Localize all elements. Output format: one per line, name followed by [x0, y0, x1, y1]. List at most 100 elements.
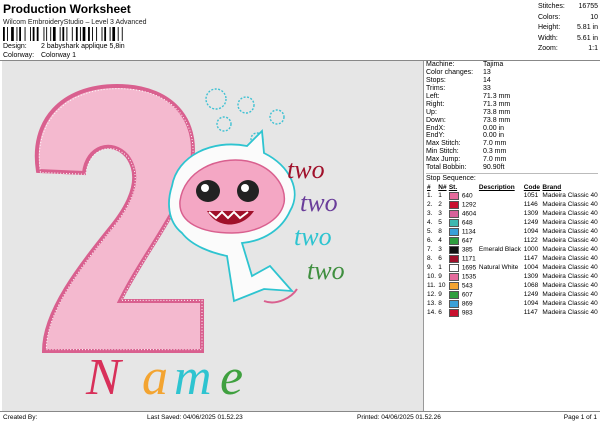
- stop-sequence-table: # N# St. Description Code Brand 1. 1 640 10…: [426, 183, 600, 318]
- cell-needle: 9: [437, 273, 448, 282]
- machine-setting-row: Color changes: 13: [426, 69, 598, 77]
- col-needle: N#: [438, 183, 447, 191]
- col-brand: Brand: [542, 183, 562, 191]
- cell-num: 11.: [427, 282, 436, 290]
- setting-value: 71.3 mm: [483, 100, 511, 108]
- table-row: 4. 5 648 1249 Madeira Classic 40: [426, 218, 600, 228]
- cell-needle: 5: [437, 219, 448, 228]
- col-num: #: [427, 183, 431, 191]
- colorway-line: Colorway: Colorway 1: [3, 52, 76, 59]
- stitch-count: 640: [461, 192, 473, 200]
- cell-num: 8.: [427, 255, 433, 263]
- needle-number: 9: [438, 273, 442, 281]
- setting-value: Tajima: [483, 61, 504, 68]
- cell-code: 1146: [523, 201, 538, 208]
- stat-label: Height:: [538, 24, 561, 31]
- machine-setting-row: Total Bobbin: 90.90ft: [426, 164, 598, 172]
- needle-number: 8: [438, 300, 442, 308]
- stitch-count: 543: [461, 282, 473, 290]
- machine-setting-row: Down: 73.8 mm: [426, 117, 598, 125]
- cell-stitches: 1171: [448, 254, 478, 264]
- needle-number: 6: [438, 255, 442, 263]
- table-row: 7. 3 385 Emerald Black 1000 Madeira Classic 4…: [426, 245, 600, 255]
- design-name: 2 babyshark applique 5,8in: [41, 43, 125, 50]
- stat-label: Stitches:: [538, 3, 565, 10]
- table-header-row: # N# St. Description Code Brand: [426, 183, 600, 192]
- stitch-count: 648: [461, 219, 473, 227]
- cell-stitches: 1292: [448, 200, 478, 210]
- cell-description: Natural White: [478, 264, 519, 272]
- cell-description: [478, 282, 523, 291]
- cell-description: [478, 228, 523, 237]
- cell-needle: 3: [437, 210, 448, 219]
- table-row: 14. 6 983 1147 Madeira Classic 40: [426, 308, 600, 318]
- cell-code: 1094: [523, 300, 539, 308]
- setting-label: Right:: [426, 100, 445, 108]
- setting-label: Left:: [426, 92, 440, 100]
- setting-label: Max Stitch:: [426, 140, 461, 148]
- summary-stats: Stitches: 16755 Colors: 10 Height: 5.81 in …: [538, 2, 598, 55]
- cell-stitches: 1134: [448, 227, 478, 237]
- color-swatch: [448, 272, 459, 281]
- cell-brand: Madeira Classic 40: [542, 291, 598, 299]
- cell-code: 1094: [523, 228, 539, 236]
- cell-num: 1.: [427, 191, 433, 199]
- cell-stitches: 607: [448, 290, 478, 300]
- stat-value: 10: [590, 13, 598, 21]
- cell-needle: 2: [437, 201, 448, 210]
- setting-value: 71.3 mm: [483, 92, 511, 100]
- cell-num: 6.: [427, 237, 433, 245]
- setting-value: 13: [483, 68, 491, 76]
- stitch-count: 4604: [461, 210, 477, 218]
- stitch-count: 1171: [461, 255, 476, 263]
- machine-setting-row: Right: 71.3 mm: [426, 101, 598, 109]
- cell-code: 1147: [523, 309, 538, 317]
- stat-label: Width:: [538, 34, 558, 42]
- cell-stitches: 543: [448, 281, 478, 291]
- stat-height: Height: 5.81 in: [538, 23, 598, 34]
- table-row: 9. 1 1695 Natural White 1004 Madeira Classic …: [426, 263, 600, 273]
- color-swatch: [448, 281, 459, 290]
- table-row: 12. 9 607 1249 Madeira Classic 40: [426, 290, 600, 300]
- stitch-count: 1134: [461, 228, 476, 236]
- cell-brand: Madeira Classic 40: [542, 264, 598, 272]
- cell-brand: Madeira Classic 40: [542, 237, 598, 245]
- stat-label: Zoom:: [538, 45, 558, 52]
- cell-brand: Madeira Classic 40: [542, 228, 598, 236]
- cell-needle: 1: [437, 192, 448, 201]
- cell-brand: Madeira Classic 40: [542, 309, 598, 317]
- needle-number: 1: [438, 191, 442, 199]
- stat-value: 5.81 in: [576, 24, 598, 31]
- cell-needle: 6: [437, 255, 448, 264]
- name-letter: N: [85, 349, 124, 406]
- stat-value: 16755: [578, 3, 598, 10]
- machine-setting-row: Trims: 33: [426, 85, 598, 93]
- cell-description: [478, 219, 523, 228]
- cell-num: 12.: [427, 291, 437, 299]
- table-row: 3. 3 4604 1309 Madeira Classic 40: [426, 209, 600, 219]
- stat-value: 1:1: [588, 45, 598, 52]
- needle-number: 3: [438, 210, 442, 218]
- cell-needle: 8: [437, 228, 448, 237]
- name-text: N a m e: [85, 349, 243, 406]
- table-row: 6. 4 647 1122 Madeira Classic 40: [426, 236, 600, 246]
- stat-width: Width: 5.61 in: [538, 34, 598, 45]
- cell-description: Emerald Black: [478, 246, 521, 254]
- stitch-count: 385: [461, 246, 473, 254]
- cell-brand: Madeira Classic 40: [542, 219, 598, 227]
- colorway-name: Colorway 1: [41, 52, 77, 59]
- setting-label: Min Stitch:: [426, 148, 459, 156]
- bubbles: [205, 88, 285, 146]
- cell-num: 5.: [427, 228, 433, 236]
- color-swatch: [448, 263, 459, 272]
- stop-sequence-title: Stop Sequence:: [426, 173, 598, 183]
- table-row: 10. 9 1535 1309 Madeira Classic 40: [426, 272, 600, 282]
- stitch-count: 1292: [461, 201, 477, 209]
- cell-description: [478, 237, 523, 246]
- printed-date: Printed: 04/06/2025 01.52.26: [357, 414, 441, 421]
- table-row: 2. 2 1292 1146 Madeira Classic 40: [426, 200, 600, 210]
- cell-stitches: 648: [448, 218, 478, 228]
- cell-description: [478, 273, 523, 282]
- cell-code: 1249: [523, 291, 539, 299]
- cell-description: [478, 291, 523, 300]
